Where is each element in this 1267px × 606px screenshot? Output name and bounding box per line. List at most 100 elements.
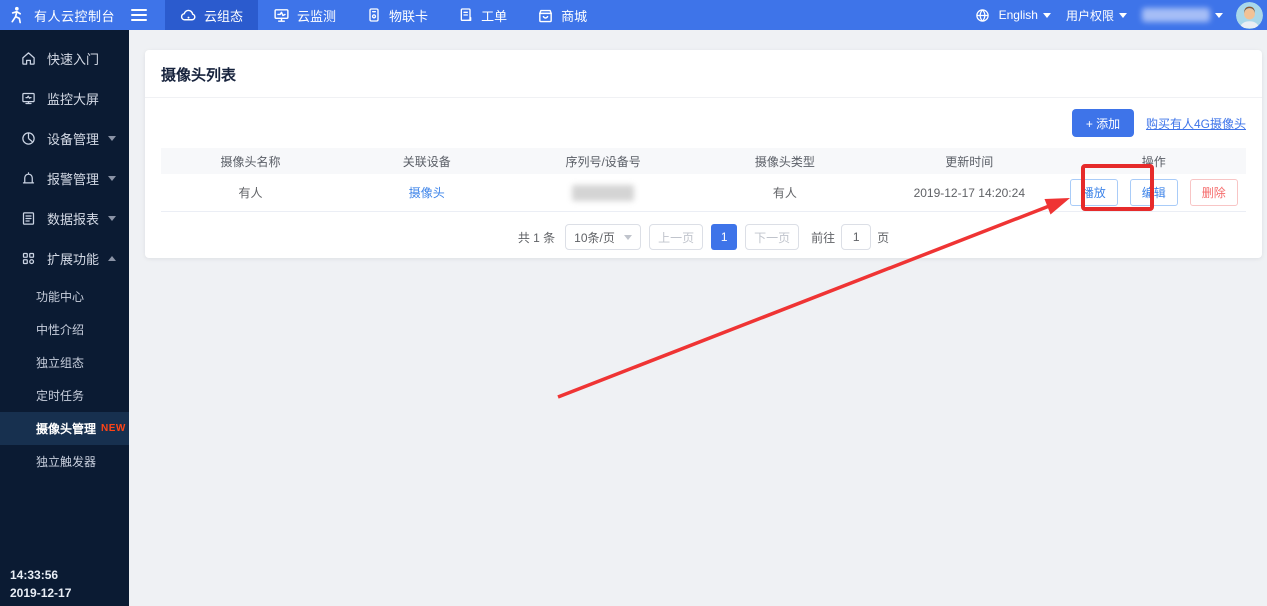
iot-card-icon [366, 7, 382, 23]
topnav-label: 云监测 [297, 6, 336, 25]
mall-icon [537, 7, 554, 24]
column-header-actions: 操作 [1062, 153, 1246, 170]
cell-update-time: 2019-12-17 14:20:24 [877, 186, 1061, 200]
user-permission-label: 用户权限 [1066, 7, 1114, 24]
camera-list-card: 摄像头列表 + 添加 购买有人4G摄像头 摄像头名称 关联设备 序列号/设备号 … [145, 50, 1262, 258]
chevron-down-icon [108, 136, 116, 141]
next-page-button[interactable]: 下一页 [745, 224, 799, 250]
topnav-label: 云组态 [204, 6, 243, 25]
play-button[interactable]: 播放 [1070, 179, 1118, 206]
account-menu[interactable] [1142, 8, 1223, 22]
chevron-down-icon [1043, 13, 1051, 18]
add-camera-button[interactable]: + 添加 [1072, 109, 1134, 137]
camera-table: 摄像头名称 关联设备 序列号/设备号 摄像头类型 更新时间 操作 有人 摄像头 … [161, 148, 1246, 212]
sidebar-item-quick-start[interactable]: 快速入门 [0, 38, 129, 78]
table-row: 有人 摄像头 有人 2019-12-17 14:20:24 播放 编辑 删除 [161, 174, 1246, 212]
linked-device-link[interactable]: 摄像头 [409, 184, 445, 201]
monitor-icon [273, 7, 290, 24]
submenu-item-independent-trigger[interactable]: 独立触发器 [0, 445, 129, 478]
submenu-item-independent-scada[interactable]: 独立组态 [0, 346, 129, 379]
clock-date: 2019-12-17 [10, 584, 71, 602]
edit-button[interactable]: 编辑 [1130, 179, 1178, 206]
sidebar-item-label: 数据报表 [47, 209, 99, 228]
column-header-camera-name: 摄像头名称 [161, 153, 340, 170]
sidebar-item-extended-functions[interactable]: 扩展功能 [0, 238, 129, 278]
column-header-update-time: 更新时间 [877, 153, 1061, 170]
device-icon [21, 131, 36, 146]
goto-prefix: 前往 [811, 229, 835, 246]
top-nav: 云组态 云监测 物联卡 工单 [165, 0, 602, 30]
chevron-down-icon [1119, 13, 1127, 18]
globe-icon [975, 8, 990, 23]
sidebar-item-label: 监控大屏 [47, 89, 99, 108]
sidebar: 快速入门 监控大屏 设备管理 报警管理 数据报表 扩展功能 [0, 30, 129, 606]
topnav-label: 商城 [561, 6, 587, 25]
report-icon [21, 211, 36, 226]
submenu-label: 独立触发器 [36, 453, 96, 470]
cell-camera-name: 有人 [161, 184, 340, 201]
table-header-row: 摄像头名称 关联设备 序列号/设备号 摄像头类型 更新时间 操作 [161, 148, 1246, 174]
chevron-up-icon [108, 256, 116, 261]
topnav-item-cloud-scada[interactable]: 云组态 [165, 0, 258, 30]
language-selector[interactable]: English [999, 8, 1051, 22]
redacted-username [1142, 8, 1210, 22]
sidebar-item-label: 报警管理 [47, 169, 99, 188]
menu-collapse-icon[interactable] [131, 8, 147, 22]
goto-page-input[interactable] [841, 224, 871, 250]
submenu-item-neutral-intro[interactable]: 中性介绍 [0, 313, 129, 346]
cell-serial [514, 185, 693, 201]
sidebar-clock: 14:33:56 2019-12-17 [10, 566, 71, 602]
topbar-right: English 用户权限 [975, 2, 1267, 29]
chevron-down-icon [624, 235, 632, 240]
extended-functions-submenu: 功能中心 中性介绍 独立组态 定时任务 摄像头管理 NEW 独立触发器 [0, 280, 129, 478]
sidebar-item-data-report[interactable]: 数据报表 [0, 198, 129, 238]
submenu-item-function-center[interactable]: 功能中心 [0, 280, 129, 313]
cell-actions: 播放 编辑 删除 [1062, 179, 1246, 206]
language-label: English [999, 8, 1038, 22]
avatar[interactable] [1236, 2, 1263, 29]
brand-title: 有人云控制台 [34, 6, 115, 25]
pagination-total: 共 1 条 [518, 229, 555, 246]
clock-time: 14:33:56 [10, 566, 71, 584]
pagination: 共 1 条 10条/页 上一页 1 下一页 前往 页 [145, 224, 1262, 250]
alarm-icon [21, 171, 36, 186]
column-header-camera-type: 摄像头类型 [693, 153, 877, 170]
chevron-down-icon [108, 176, 116, 181]
brand-logo-icon [6, 5, 26, 25]
submenu-label: 摄像头管理 [36, 420, 96, 437]
redacted-serial-number [572, 185, 634, 201]
home-icon [21, 51, 36, 66]
page-title: 摄像头列表 [145, 50, 1262, 98]
toolbar: + 添加 购买有人4G摄像头 [145, 98, 1262, 148]
column-header-linked-device: 关联设备 [340, 153, 514, 170]
submenu-label: 独立组态 [36, 354, 84, 371]
submenu-item-scheduled-tasks[interactable]: 定时任务 [0, 379, 129, 412]
page-number-1[interactable]: 1 [711, 224, 737, 250]
submenu-label: 定时任务 [36, 387, 84, 404]
user-permission-menu[interactable]: 用户权限 [1066, 7, 1127, 24]
page-size-select[interactable]: 10条/页 [565, 224, 641, 250]
sidebar-item-label: 快速入门 [47, 49, 99, 68]
chevron-down-icon [108, 216, 116, 221]
cell-camera-type: 有人 [693, 184, 877, 201]
work-order-icon [458, 7, 474, 23]
topnav-item-mall[interactable]: 商城 [522, 0, 602, 30]
sidebar-item-alarm-management[interactable]: 报警管理 [0, 158, 129, 198]
main-content: 摄像头列表 + 添加 购买有人4G摄像头 摄像头名称 关联设备 序列号/设备号 … [129, 30, 1267, 606]
prev-page-button[interactable]: 上一页 [649, 224, 703, 250]
sidebar-item-label: 设备管理 [47, 129, 99, 148]
topnav-item-work-order[interactable]: 工单 [443, 0, 522, 30]
goto-suffix: 页 [877, 229, 889, 246]
page-size-value: 10条/页 [574, 229, 615, 246]
sidebar-item-monitor-screen[interactable]: 监控大屏 [0, 78, 129, 118]
submenu-item-camera-management[interactable]: 摄像头管理 NEW [0, 412, 129, 445]
cell-linked-device: 摄像头 [340, 184, 514, 201]
buy-4g-camera-link[interactable]: 购买有人4G摄像头 [1146, 115, 1246, 132]
delete-button[interactable]: 删除 [1190, 179, 1238, 206]
topnav-item-iot-card[interactable]: 物联卡 [351, 0, 443, 30]
new-badge: NEW [101, 423, 126, 434]
cloud-icon [180, 7, 197, 24]
top-navigation-bar: 有人云控制台 云组态 云监测 [0, 0, 1267, 30]
topnav-item-cloud-monitor[interactable]: 云监测 [258, 0, 351, 30]
sidebar-item-device-management[interactable]: 设备管理 [0, 118, 129, 158]
